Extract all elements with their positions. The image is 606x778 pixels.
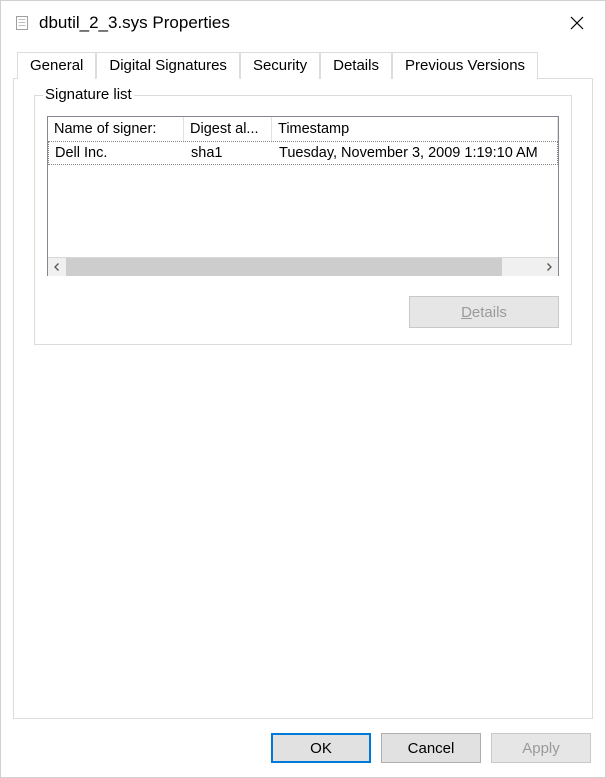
col-header-timestamp[interactable]: Timestamp — [272, 117, 558, 141]
scroll-track[interactable] — [66, 258, 540, 276]
tab-security[interactable]: Security — [240, 52, 320, 79]
details-button: Details — [409, 296, 559, 328]
cancel-button[interactable]: Cancel — [381, 733, 481, 763]
list-body: Dell Inc. sha1 Tuesday, November 3, 2009… — [48, 141, 558, 257]
apply-button: Apply — [491, 733, 591, 763]
cell-timestamp: Tuesday, November 3, 2009 1:19:10 AM — [273, 141, 557, 165]
tab-digital-signatures[interactable]: Digital Signatures — [96, 52, 240, 79]
dialog-button-row: OK Cancel Apply — [1, 729, 605, 777]
ok-button[interactable]: OK — [271, 733, 371, 763]
list-header: Name of signer: Digest al... Timestamp — [48, 117, 558, 141]
cell-digest: sha1 — [185, 141, 273, 165]
cell-signer-name: Dell Inc. — [49, 141, 185, 165]
scroll-thumb[interactable] — [66, 258, 502, 276]
signature-list-group: Signature list Name of signer: Digest al… — [34, 95, 572, 345]
details-button-label: Details — [461, 304, 507, 321]
table-row[interactable]: Dell Inc. sha1 Tuesday, November 3, 2009… — [48, 141, 558, 165]
scroll-right-icon[interactable] — [540, 258, 558, 276]
tab-general[interactable]: General — [17, 52, 96, 79]
scroll-left-icon[interactable] — [48, 258, 66, 276]
tabs-row: General Digital Signatures Security Deta… — [13, 51, 593, 78]
tab-details[interactable]: Details — [320, 52, 392, 79]
file-icon — [13, 14, 31, 32]
close-button[interactable] — [553, 5, 601, 41]
tab-previous-versions[interactable]: Previous Versions — [392, 52, 538, 79]
apply-button-label: Apply — [522, 740, 560, 757]
group-label: Signature list — [43, 86, 134, 103]
tab-content: Signature list Name of signer: Digest al… — [13, 78, 593, 719]
col-header-digest[interactable]: Digest al... — [184, 117, 272, 141]
col-header-name[interactable]: Name of signer: — [48, 117, 184, 141]
horizontal-scrollbar[interactable] — [48, 257, 558, 275]
signature-list[interactable]: Name of signer: Digest al... Timestamp D… — [47, 116, 559, 276]
window-title: dbutil_2_3.sys Properties — [39, 13, 553, 33]
titlebar: dbutil_2_3.sys Properties — [1, 1, 605, 45]
